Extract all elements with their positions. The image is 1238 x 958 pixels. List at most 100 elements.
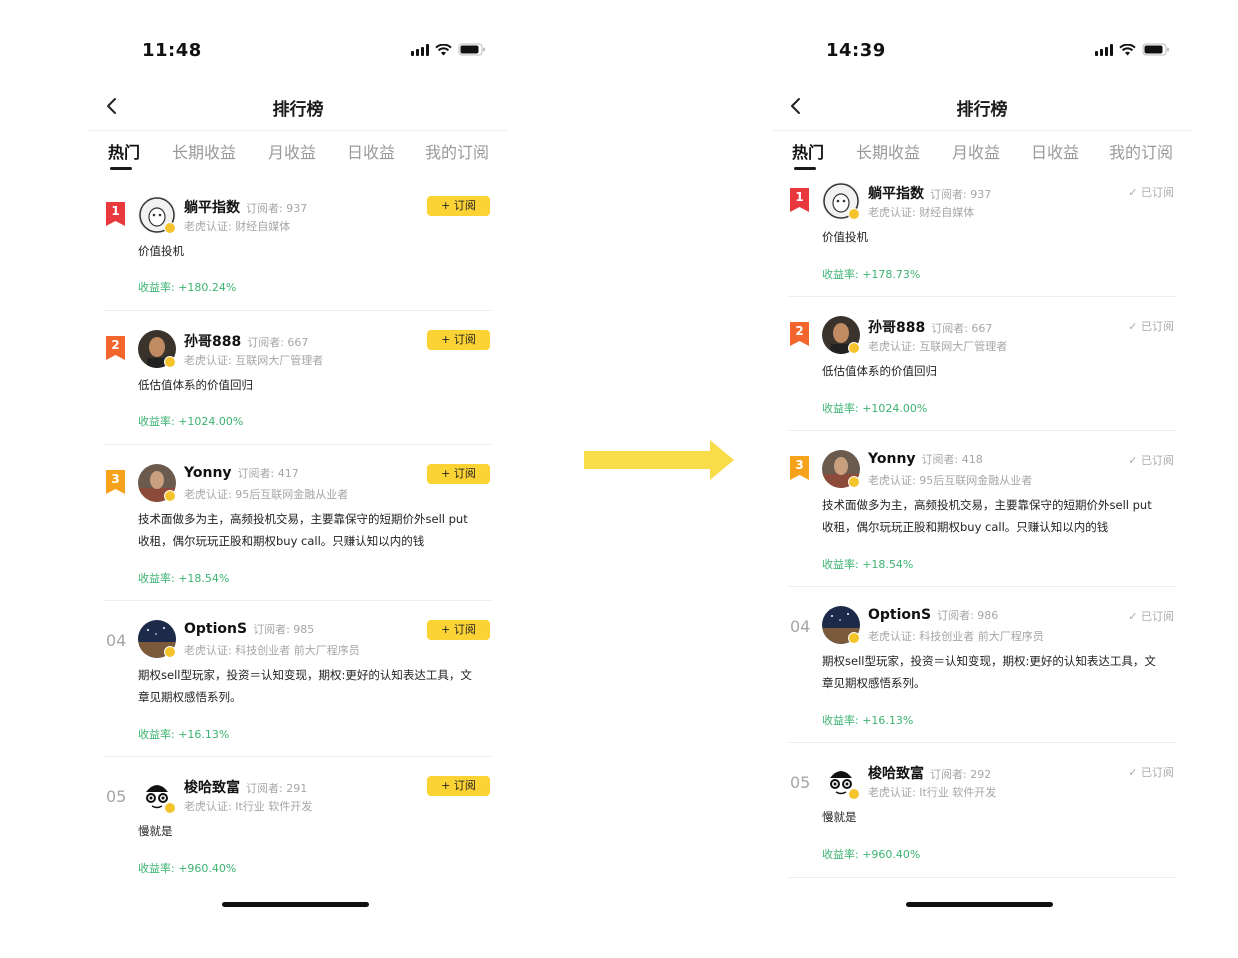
verified-badge-icon bbox=[848, 208, 860, 220]
rank-number: 05 bbox=[106, 787, 127, 806]
yield-rate: 收益率: +1024.00% bbox=[822, 402, 928, 415]
cellular-signal-icon bbox=[411, 43, 429, 56]
description: 价值投机 bbox=[138, 244, 184, 258]
yield-rate: 收益率: +960.40% bbox=[138, 862, 237, 875]
tab-bar: 热门 长期收益 月收益 日收益 我的订阅 bbox=[772, 130, 1192, 180]
description: 低估值体系的价值回归 bbox=[138, 378, 253, 392]
subscriber-count: 订阅者: 667 bbox=[247, 336, 309, 349]
user-name[interactable]: 躺平指数 bbox=[184, 200, 240, 216]
certification: 老虎认证: 科技创业者 前大厂程序员 bbox=[184, 644, 360, 657]
yield-rate: 收益率: +16.13% bbox=[822, 714, 914, 727]
rank-badge: 1 bbox=[106, 202, 125, 226]
description: 技术面做多为主，高频投机交易，主要靠保守的短期价外sell put收租，偶尔玩玩… bbox=[822, 498, 1152, 534]
certification: 老虎认证: 财经自媒体 bbox=[184, 220, 291, 233]
check-icon: ✓ bbox=[1128, 186, 1141, 199]
certification: 老虎认证: 95后互联网金融从业者 bbox=[184, 488, 349, 501]
list-item[interactable]: 04 OptionS 订阅者: 986 老虎认证: 科技创业者 前大厂程序员 期权… bbox=[788, 606, 1176, 743]
status-bar: 14:39 bbox=[772, 38, 1192, 66]
yield-rate: 收益率: +18.54% bbox=[822, 558, 914, 571]
yield-rate: 收益率: +960.40% bbox=[822, 848, 921, 861]
yield-rate: 收益率: +178.73% bbox=[822, 268, 921, 281]
status-time: 14:39 bbox=[826, 40, 886, 61]
user-name[interactable]: 孙哥888 bbox=[868, 320, 925, 336]
subscriber-count: 订阅者: 292 bbox=[930, 768, 992, 781]
user-name[interactable]: OptionS bbox=[184, 621, 247, 637]
subscribed-status[interactable]: ✓ 已订阅 bbox=[1128, 452, 1174, 468]
user-name[interactable]: Yonny bbox=[184, 465, 232, 481]
list-item[interactable]: 1 躺平指数 订阅者: 937 老虎认证: 财经自媒体 价值投机 收益率: +17… bbox=[788, 182, 1176, 297]
description: 低估值体系的价值回归 bbox=[822, 364, 937, 378]
subscriber-count: 订阅者: 937 bbox=[246, 202, 308, 215]
tab-daily-yield[interactable]: 日收益 bbox=[1031, 139, 1079, 163]
certification: 老虎认证: 互联网大厂管理者 bbox=[184, 354, 324, 367]
user-name[interactable]: 躺平指数 bbox=[868, 186, 924, 202]
tab-monthly-yield[interactable]: 月收益 bbox=[268, 139, 316, 163]
list-item[interactable]: 2 孙哥888 订阅者: 667 老虎认证: 互联网大厂管理者 低估值体系的价值回… bbox=[104, 330, 492, 445]
verified-badge-icon bbox=[164, 490, 176, 502]
active-tab-indicator bbox=[794, 167, 816, 170]
subscribed-status[interactable]: ✓ 已订阅 bbox=[1128, 608, 1174, 624]
check-icon: ✓ bbox=[1128, 766, 1141, 779]
tab-my-subscriptions[interactable]: 我的订阅 bbox=[425, 139, 489, 163]
subscriber-count: 订阅者: 418 bbox=[921, 453, 983, 466]
home-indicator[interactable] bbox=[906, 902, 1053, 907]
nav-bar: 排行榜 bbox=[772, 90, 1192, 124]
subscribe-button[interactable]: + 订阅 bbox=[427, 620, 490, 640]
battery-icon bbox=[1142, 43, 1170, 56]
subscriber-count: 订阅者: 667 bbox=[931, 322, 993, 335]
subscribe-button[interactable]: + 订阅 bbox=[427, 196, 490, 216]
verified-badge-icon bbox=[848, 632, 860, 644]
status-time: 11:48 bbox=[142, 40, 202, 61]
user-name[interactable]: OptionS bbox=[868, 607, 931, 623]
subscriber-count: 订阅者: 986 bbox=[937, 609, 999, 622]
description: 期权sell型玩家，投资＝认知变现，期权:更好的认知表达工具，文章见期权感悟系列… bbox=[138, 668, 472, 704]
list-item[interactable]: 2 孙哥888 订阅者: 667 老虎认证: 互联网大厂管理者 低估值体系的价值回… bbox=[788, 316, 1176, 431]
tab-long-term-yield[interactable]: 长期收益 bbox=[172, 139, 236, 163]
list-item[interactable]: 05 梭哈致富 订阅者: 291 老虎认证: It行业 软件开发 慢就是 收益率:… bbox=[104, 776, 492, 880]
verified-badge-icon bbox=[164, 802, 176, 814]
subscribed-status[interactable]: ✓ 已订阅 bbox=[1128, 318, 1174, 334]
page-title: 排行榜 bbox=[272, 100, 324, 120]
rank-number: 04 bbox=[790, 617, 811, 636]
subscriber-count: 订阅者: 291 bbox=[246, 782, 308, 795]
rank-number: 04 bbox=[106, 631, 127, 650]
tab-hot[interactable]: 热门 bbox=[108, 139, 140, 163]
user-name[interactable]: 梭哈致富 bbox=[184, 780, 240, 796]
yield-rate: 收益率: +1024.00% bbox=[138, 415, 244, 428]
phone-screen-after: 14:39 排行榜 热门 长期收益 月收益 日收益 我的订阅 1 躺平指数 订阅… bbox=[772, 0, 1192, 958]
subscribe-button[interactable]: + 订阅 bbox=[427, 330, 490, 350]
user-name[interactable]: Yonny bbox=[868, 451, 916, 467]
certification: 老虎认证: It行业 软件开发 bbox=[868, 786, 997, 799]
list-item[interactable]: 04 OptionS 订阅者: 985 老虎认证: 科技创业者 前大厂程序员 期权… bbox=[104, 620, 492, 757]
verified-badge-icon bbox=[164, 356, 176, 368]
home-indicator[interactable] bbox=[222, 902, 369, 907]
tab-daily-yield[interactable]: 日收益 bbox=[347, 139, 395, 163]
tab-my-subscriptions[interactable]: 我的订阅 bbox=[1109, 139, 1173, 163]
tab-bar: 热门 长期收益 月收益 日收益 我的订阅 bbox=[88, 130, 508, 180]
transition-arrow-icon bbox=[584, 440, 734, 480]
list-item[interactable]: 1 躺平指数 订阅者: 937 老虎认证: 财经自媒体 价值投机 收益率: +18… bbox=[104, 196, 492, 311]
subscribed-status[interactable]: ✓ 已订阅 bbox=[1128, 184, 1174, 200]
description: 价值投机 bbox=[822, 230, 868, 244]
user-name[interactable]: 梭哈致富 bbox=[868, 766, 924, 782]
subscribe-button[interactable]: + 订阅 bbox=[427, 464, 490, 484]
tab-monthly-yield[interactable]: 月收益 bbox=[952, 139, 1000, 163]
subscribed-status[interactable]: ✓ 已订阅 bbox=[1128, 764, 1174, 780]
certification: 老虎认证: 财经自媒体 bbox=[868, 206, 975, 219]
subscribe-button[interactable]: + 订阅 bbox=[427, 776, 490, 796]
user-name[interactable]: 孙哥888 bbox=[184, 334, 241, 350]
list-item[interactable]: 3 Yonny 订阅者: 417 老虎认证: 95后互联网金融从业者 技术面做多为… bbox=[104, 464, 492, 601]
check-icon: ✓ bbox=[1128, 454, 1141, 467]
subscriber-count: 订阅者: 937 bbox=[930, 188, 992, 201]
rank-badge: 2 bbox=[790, 322, 809, 346]
check-icon: ✓ bbox=[1128, 610, 1141, 623]
tab-hot[interactable]: 热门 bbox=[792, 139, 824, 163]
check-icon: ✓ bbox=[1128, 320, 1141, 333]
rank-badge: 3 bbox=[106, 470, 125, 494]
certification: 老虎认证: 互联网大厂管理者 bbox=[868, 340, 1008, 353]
list-item[interactable]: 3 Yonny 订阅者: 418 老虎认证: 95后互联网金融从业者 技术面做多为… bbox=[788, 450, 1176, 587]
tab-long-term-yield[interactable]: 长期收益 bbox=[856, 139, 920, 163]
list-item[interactable]: 05 梭哈致富 订阅者: 292 老虎认证: It行业 软件开发 慢就是 收益率:… bbox=[788, 762, 1176, 878]
wifi-icon bbox=[435, 43, 452, 56]
certification: 老虎认证: 95后互联网金融从业者 bbox=[868, 474, 1033, 487]
